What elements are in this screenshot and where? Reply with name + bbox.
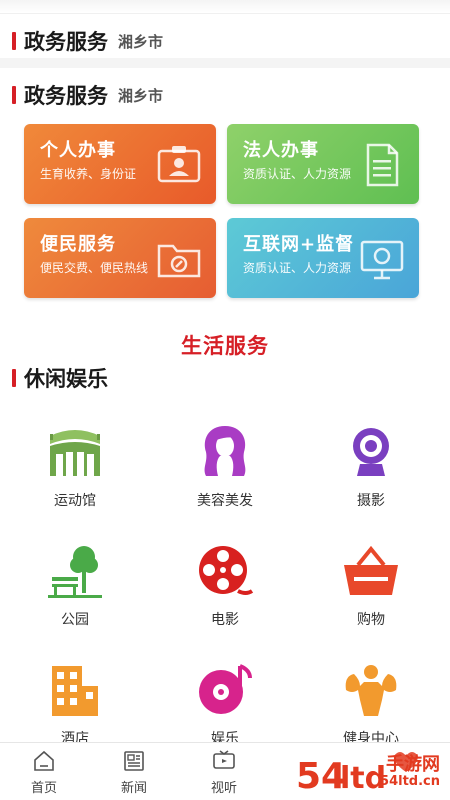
section-marker <box>12 32 16 50</box>
camera-icon <box>353 428 389 476</box>
watermark-url: 54ltd.cn <box>380 774 440 789</box>
news-icon <box>124 751 144 771</box>
leisure-item-photography[interactable]: 摄影 <box>311 422 431 522</box>
card-subtitle: 资质认证、人力资源 <box>243 261 352 275</box>
card-subtitle: 生育收养、身份证 <box>40 167 137 181</box>
film-reel-icon <box>199 546 254 595</box>
item-label: 运动馆 <box>54 493 96 509</box>
watermark: 54 ltd 手游网 54ltd.cn <box>294 748 444 796</box>
section-marker <box>12 86 16 104</box>
folder-icon <box>157 244 201 278</box>
life-services-title[interactable]: 生活服务 <box>0 330 450 360</box>
leisure-header: 休闲娱乐 <box>12 363 108 393</box>
personal-affairs-card[interactable]: 个人办事 生育收养、身份证 <box>24 124 216 204</box>
card-subtitle: 便民交费、便民热线 <box>40 261 149 275</box>
internet-supervision-card[interactable]: 互联网+监督 资质认证、人力资源 <box>227 218 419 298</box>
section-title: 休闲娱乐 <box>24 367 108 391</box>
item-label: 电影 <box>211 612 239 628</box>
tab-home[interactable]: 首页 <box>14 749 74 796</box>
leisure-item-movie[interactable]: 电影 <box>165 541 285 641</box>
leisure-item-park[interactable]: 公园 <box>15 541 135 641</box>
fitness-icon <box>345 665 397 716</box>
section-marker <box>12 369 16 387</box>
card-subtitle: 资质认证、人力资源 <box>243 167 352 181</box>
section-title: 政务服务 <box>24 30 108 54</box>
item-label: 摄影 <box>357 493 385 509</box>
city-label[interactable]: 湘乡市 <box>118 31 163 52</box>
section-title: 政务服务 <box>24 84 108 108</box>
tab-label: 视听 <box>210 781 237 796</box>
gov-services-header-top: 政务服务 湘乡市 <box>12 26 163 56</box>
civic-services-card[interactable]: 便民服务 便民交费、便民热线 <box>24 218 216 298</box>
tab-label: 首页 <box>30 781 57 796</box>
section-divider <box>0 58 450 68</box>
city-label[interactable]: 湘乡市 <box>118 85 163 106</box>
id-card-icon <box>157 146 201 183</box>
tab-label: 新闻 <box>120 781 147 796</box>
watermark-text: 手游网 <box>386 754 440 775</box>
svg-text:54: 54 <box>296 756 346 796</box>
document-icon <box>366 143 399 187</box>
tv-icon <box>213 750 235 769</box>
hotel-icon <box>52 666 98 716</box>
legal-entity-card[interactable]: 法人办事 资质认证、人力资源 <box>227 124 419 204</box>
home-icon <box>34 750 54 771</box>
music-disc-icon <box>199 664 252 714</box>
leisure-item-shopping[interactable]: 购物 <box>311 541 431 641</box>
top-strip <box>0 0 450 14</box>
tab-news[interactable]: 新闻 <box>104 749 164 796</box>
gov-services-header: 政务服务 湘乡市 <box>12 80 163 110</box>
beauty-icon <box>204 426 246 476</box>
monitor-icon <box>360 240 404 280</box>
stadium-icon <box>50 430 100 476</box>
shopping-basket-icon <box>344 545 398 595</box>
leisure-item-stadium[interactable]: 运动馆 <box>15 422 135 522</box>
park-icon <box>48 546 102 598</box>
item-label: 公园 <box>61 612 89 628</box>
tab-media[interactable]: 视听 <box>194 749 254 796</box>
item-label: 美容美发 <box>197 493 253 509</box>
item-label: 购物 <box>357 612 385 628</box>
leisure-item-beauty[interactable]: 美容美发 <box>165 422 285 522</box>
